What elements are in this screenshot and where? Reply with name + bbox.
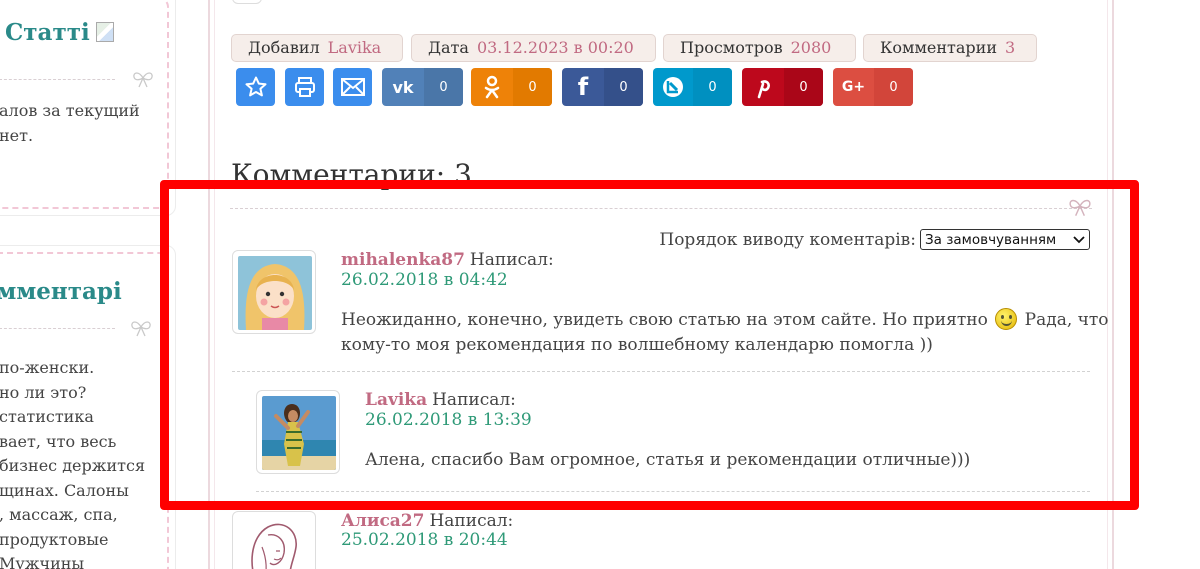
comment-author-line: Алиса27 Написал:	[341, 511, 514, 531]
vk-icon: vk	[392, 77, 414, 97]
favorite-button[interactable]	[236, 68, 275, 106]
ok-count: 0	[513, 68, 552, 106]
comment-author-line: Lavika Написал:	[365, 390, 516, 410]
comment-order-control: Порядок виводу коментарів: За замовчуван…	[659, 229, 1090, 250]
widget-text: по-женски. но ли это? статистика вает, ч…	[0, 358, 146, 569]
meta-added-by: Добавил Lavika	[231, 34, 403, 62]
comment-text: Алена, спасибо Вам огромное, статья и ре…	[365, 450, 971, 470]
divider	[256, 491, 1090, 492]
livejournal-share-button[interactable]: 0	[653, 68, 732, 106]
livejournal-count: 0	[693, 68, 732, 106]
comment-date: 25.02.2018 в 20:44	[341, 530, 508, 550]
broken-image-icon	[95, 22, 114, 42]
comment-text: Неожиданно, конечно, увидеть свою статью…	[341, 308, 1109, 355]
divider	[0, 328, 115, 329]
bow-icon	[131, 321, 151, 337]
mail-icon	[333, 68, 372, 106]
comment-date: 26.02.2018 в 04:42	[341, 270, 508, 290]
order-select[interactable]: За замовчуванням	[920, 229, 1090, 250]
odnoklassniki-icon	[471, 68, 513, 106]
star-icon	[236, 68, 275, 106]
googleplus-count: 0	[874, 68, 913, 106]
cartoon-girl-avatar	[238, 256, 312, 330]
divider	[232, 371, 1090, 372]
pinterest-count: 0	[784, 68, 823, 106]
facebook-share-button[interactable]: f 0	[562, 68, 643, 106]
avatar[interactable]	[256, 390, 340, 474]
pinterest-icon	[742, 68, 784, 106]
beach-photo-avatar	[262, 396, 336, 470]
ok-share-button[interactable]: 0	[471, 68, 552, 106]
googleplus-share-button[interactable]: G+ 0	[833, 68, 913, 106]
print-button[interactable]	[285, 68, 324, 106]
divider	[0, 79, 115, 80]
avatar[interactable]	[232, 511, 316, 569]
meta-views: Просмотров 2080	[663, 34, 856, 62]
google-plus-icon: G+	[841, 79, 866, 95]
facebook-count: 0	[604, 68, 643, 106]
widget-title-comments: омментарі	[0, 278, 122, 305]
sidebar-widget-comments: омментарі по-женски. но ли это? статисти…	[0, 245, 176, 569]
avatar[interactable]	[232, 250, 316, 334]
order-label: Порядок виводу коментарів:	[659, 229, 916, 250]
comment-author-name[interactable]: Lavika	[365, 390, 427, 410]
sketch-woman-avatar	[238, 517, 312, 569]
smiley-icon	[995, 308, 1018, 330]
comment-author-name[interactable]: Алиса27	[341, 511, 424, 531]
widget-title-articles: Статті	[5, 19, 114, 46]
comment-author-line: mihalenka87 Написал:	[341, 250, 554, 270]
printer-icon	[285, 68, 324, 106]
widget-text: алов за текущий нет.	[0, 101, 140, 145]
bow-icon	[1069, 199, 1091, 216]
divider	[230, 208, 1092, 209]
bow-icon	[133, 72, 153, 88]
vk-count: 0	[424, 68, 463, 106]
livejournal-icon	[653, 68, 693, 106]
chevron-down-icon	[1073, 235, 1085, 243]
comments-heading: Комментарии: 3	[231, 158, 472, 191]
sidebar: Статті алов за текущий нет. омментарі по…	[0, 0, 180, 569]
author-link[interactable]: Lavika	[328, 38, 382, 57]
meta-date: Дата 03.12.2023 в 00:20	[411, 34, 656, 62]
email-button[interactable]	[333, 68, 372, 106]
meta-comments: Комментарии 3	[863, 34, 1037, 62]
comment-date: 26.02.2018 в 13:39	[365, 410, 532, 430]
pinterest-share-button[interactable]: 0	[742, 68, 823, 106]
facebook-icon: f	[577, 73, 589, 101]
vk-share-button[interactable]: vk 0	[382, 68, 463, 106]
top-button-stub[interactable]	[232, 0, 262, 4]
sidebar-widget-articles: Статті алов за текущий нет.	[0, 0, 176, 216]
comment-author-name[interactable]: mihalenka87	[341, 250, 465, 270]
